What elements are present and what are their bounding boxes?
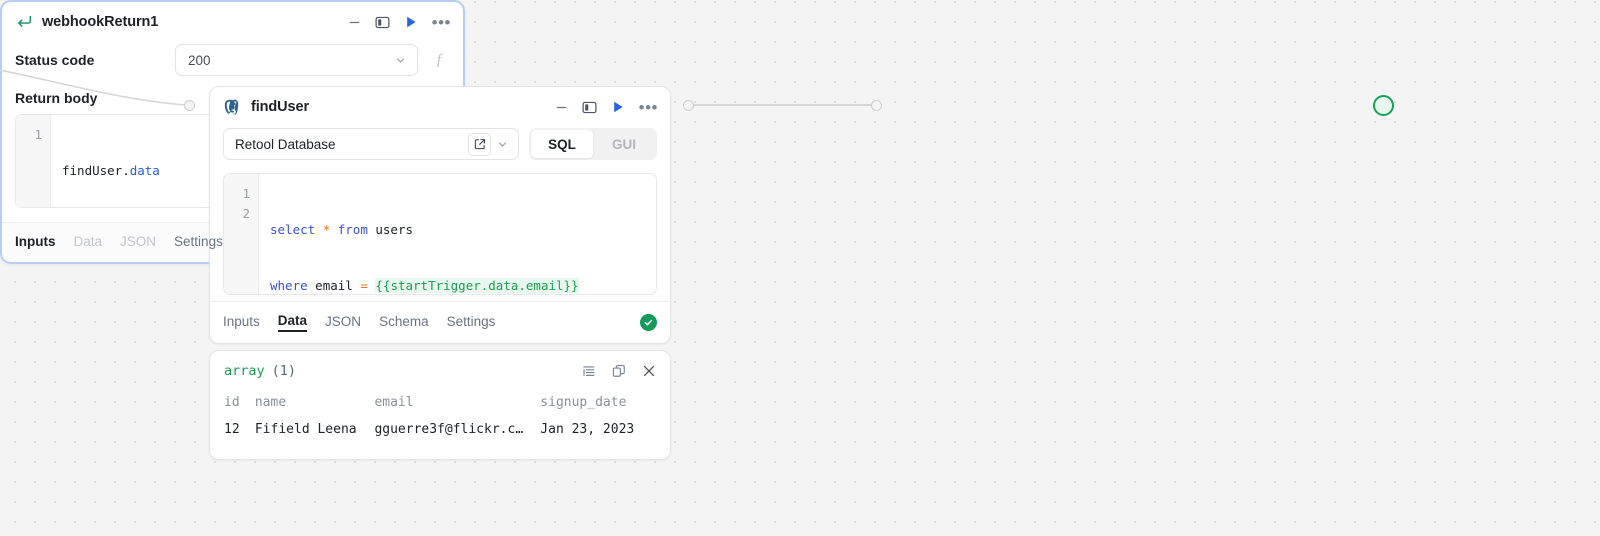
- column-header-name: name: [254, 395, 287, 410]
- find-user-header-actions: •••: [555, 99, 658, 116]
- tab-data[interactable]: Data: [277, 313, 308, 332]
- status-code-label: Status code: [15, 52, 95, 68]
- cell-id: 12: [224, 422, 240, 437]
- datasource-select[interactable]: Retool Database: [223, 128, 519, 160]
- result-type-label: array: [224, 363, 265, 379]
- find-user-header: findUser •••: [210, 87, 670, 127]
- find-user-block[interactable]: findUser ••• Retool Database SQL GUI 1 2…: [209, 86, 671, 344]
- cell-signup-date: Jan 23, 2023: [540, 422, 635, 437]
- sql-template-binding: {{startTrigger.data.email}}: [375, 278, 579, 293]
- sql-column: email: [307, 278, 361, 293]
- datasource-name: Retool Database: [235, 136, 336, 152]
- input-port-findUser[interactable]: [184, 100, 195, 111]
- webhook-return-header: webhookReturn1 •••: [2, 2, 463, 42]
- mode-gui-option[interactable]: GUI: [593, 130, 655, 158]
- mode-sql-option[interactable]: SQL: [531, 130, 593, 158]
- workflow-success-indicator[interactable]: [1373, 95, 1394, 116]
- return-body-gutter: 1: [16, 115, 51, 207]
- result-header: array (1): [224, 363, 656, 379]
- tab-json[interactable]: JSON: [325, 314, 361, 331]
- run-button[interactable]: [404, 15, 418, 29]
- tab-data[interactable]: Data: [74, 234, 103, 251]
- status-code-row: Status code 200 f: [15, 44, 450, 76]
- cell-email: gguerre3f@flickr.c…: [374, 422, 524, 437]
- minimize-button[interactable]: [555, 101, 568, 114]
- panel-toggle-button[interactable]: [582, 100, 597, 115]
- tab-inputs[interactable]: Inputs: [223, 314, 260, 331]
- column-header-signup-date: signup_date: [540, 395, 627, 410]
- sql-editor-content[interactable]: select * from users where email = {{star…: [259, 174, 656, 294]
- line-number: 2: [242, 206, 250, 221]
- return-arrow-icon: [15, 13, 33, 31]
- status-code-value: 200: [188, 52, 211, 68]
- close-icon[interactable]: [642, 364, 656, 378]
- external-link-icon[interactable]: [468, 132, 491, 156]
- result-table: id name email signup_date 12 Fifield Lee…: [224, 395, 656, 437]
- sql-table-name: users: [367, 222, 414, 237]
- sql-keyword-from: from: [337, 222, 368, 237]
- result-count-label: (1): [271, 363, 297, 379]
- column-header-email: email: [374, 395, 414, 410]
- more-options-button[interactable]: •••: [639, 99, 658, 116]
- postgresql-icon: [223, 98, 242, 117]
- find-user-tabbar: Inputs Data JSON Schema Settings: [210, 301, 670, 343]
- copy-icon[interactable]: [612, 364, 626, 378]
- tab-inputs[interactable]: Inputs: [15, 234, 56, 251]
- line-number: 1: [242, 186, 250, 201]
- sql-keyword-where: where: [270, 278, 308, 293]
- table-row[interactable]: 12 Fifield Leena gguerre3f@flickr.c… Jan…: [224, 422, 656, 437]
- chevron-down-icon[interactable]: [491, 139, 513, 150]
- webhook-return-title: webhookReturn1: [42, 14, 159, 30]
- tab-schema[interactable]: Schema: [379, 314, 429, 331]
- input-port-webhookReturn1[interactable]: [871, 100, 882, 111]
- tab-settings[interactable]: Settings: [447, 314, 496, 331]
- chevron-down-icon[interactable]: [389, 55, 411, 66]
- output-port-findUser[interactable]: [683, 100, 694, 111]
- tab-json[interactable]: JSON: [120, 234, 156, 251]
- webhook-header-actions: •••: [348, 14, 451, 31]
- more-options-button[interactable]: •••: [432, 14, 451, 31]
- sql-editor-gutter: 1 2: [224, 174, 259, 294]
- code-line-2: where email = {{startTrigger.data.email}…: [270, 276, 656, 294]
- datasource-row: Retool Database SQL GUI: [210, 128, 670, 160]
- panel-toggle-button[interactable]: [375, 15, 390, 30]
- workflow-canvas[interactable]: findUser ••• Retool Database SQL GUI 1 2…: [0, 0, 1600, 536]
- minimize-button[interactable]: [348, 16, 361, 29]
- cell-name: Fifield Leena: [254, 422, 357, 437]
- run-query-button[interactable]: [611, 100, 625, 114]
- edge-findUser-to-webhookReturn1: [692, 104, 872, 106]
- find-user-status: [640, 314, 657, 331]
- sql-keyword-select: select: [270, 222, 316, 237]
- code-property: data: [129, 163, 160, 178]
- expand-list-icon[interactable]: [582, 364, 596, 378]
- sql-operator: =: [360, 278, 368, 293]
- table-header-row: id name email signup_date: [224, 395, 656, 410]
- query-result-panel[interactable]: array (1) id name email signup_date 12 F…: [209, 350, 671, 460]
- result-actions: [582, 364, 656, 378]
- find-user-title: findUser: [251, 99, 310, 115]
- tab-settings[interactable]: Settings: [174, 234, 223, 251]
- line-number: 1: [34, 127, 42, 142]
- code-object-ref: findUser.: [62, 163, 130, 178]
- column-header-id: id: [224, 395, 240, 410]
- fx-toggle-button[interactable]: f: [428, 52, 450, 69]
- query-mode-toggle[interactable]: SQL GUI: [529, 128, 657, 160]
- success-check-badge: [640, 314, 657, 331]
- code-line-1: select * from users: [270, 220, 656, 240]
- status-code-select[interactable]: 200: [175, 44, 418, 76]
- sql-editor[interactable]: 1 2 select * from users where email = {{…: [223, 173, 657, 295]
